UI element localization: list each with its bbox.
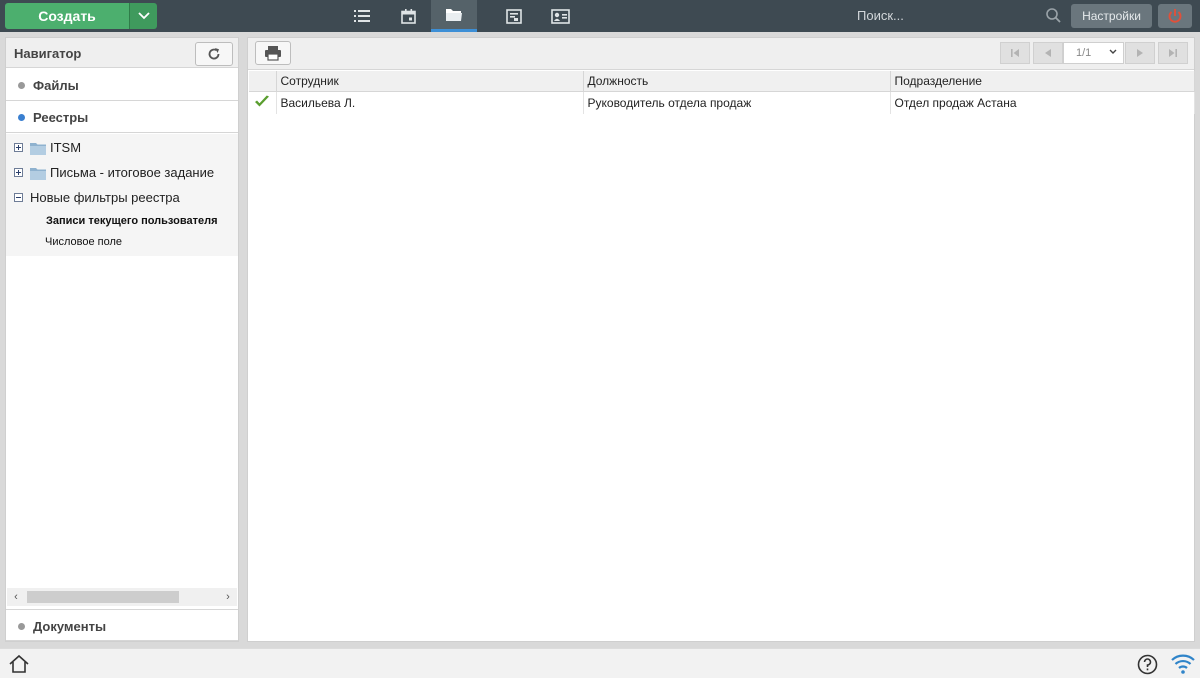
folder-icon [30, 168, 46, 180]
column-header-employee[interactable]: Сотрудник [276, 71, 584, 92]
panel-splitter[interactable] [239, 37, 247, 642]
tree-node-label: Письма - итоговое задание [50, 165, 215, 180]
scrollbar-thumb[interactable] [27, 591, 179, 603]
cell-position: Руководитель отдела продаж [583, 91, 891, 114]
cell-department: Отдел продаж Астана [890, 91, 1195, 114]
previous-page-button[interactable] [1033, 42, 1063, 64]
nav-registries-button[interactable] [431, 0, 477, 32]
navigator-panel: Навигатор Файлы Реестры ITSM Письма - ит… [5, 37, 239, 642]
next-page-icon [1137, 49, 1143, 57]
grid-header-row: Сотрудник Должность Подразделение [249, 71, 1195, 92]
last-page-icon [1169, 49, 1177, 57]
checkmark-icon [255, 95, 269, 107]
last-page-button[interactable] [1158, 42, 1188, 64]
tree-leaf-current-user-records[interactable]: Записи текущего пользователя [6, 211, 238, 233]
column-header-marker [249, 71, 277, 92]
status-bar [0, 648, 1200, 678]
bullet-icon [18, 623, 25, 630]
home-icon[interactable] [8, 654, 30, 677]
registry-content-panel: 1/1 Сотрудник Должность Подразделение Ва… [247, 37, 1195, 642]
tree-node-label: ITSM [50, 140, 82, 155]
navigator-title: Навигатор [14, 46, 82, 61]
row-status-cell [249, 91, 277, 114]
chevron-down-icon [1109, 49, 1117, 54]
tree-node-new-filters[interactable]: Новые фильтры реестра [6, 187, 238, 209]
first-page-button[interactable] [1000, 42, 1030, 64]
section-registries[interactable]: Реестры [6, 101, 238, 133]
bullet-icon [18, 82, 25, 89]
tree-node-letters[interactable]: Письма - итоговое задание [6, 162, 238, 184]
nav-list-button[interactable] [339, 0, 385, 32]
nav-contacts-button[interactable] [537, 0, 583, 32]
refresh-icon [208, 48, 220, 60]
page-indicator: 1/1 [1076, 47, 1092, 59]
help-icon[interactable] [1137, 654, 1158, 678]
tree-leaf-label: Записи текущего пользователя [46, 215, 218, 227]
top-bar: Создать Поиск... Настройки [0, 0, 1200, 32]
section-registries-label: Реестры [33, 110, 89, 125]
registry-grid: Сотрудник Должность Подразделение Василь… [249, 71, 1195, 114]
contact-card-icon [550, 8, 570, 24]
column-header-department[interactable]: Подразделение [890, 71, 1195, 92]
scroll-left-icon[interactable]: ‹ [11, 591, 21, 603]
section-files[interactable]: Файлы [6, 69, 238, 101]
search-icon[interactable] [1045, 7, 1062, 27]
logout-button[interactable] [1158, 4, 1192, 28]
document-icon [506, 8, 522, 24]
create-button[interactable]: Создать [5, 3, 129, 29]
tree-leaf-numeric-field[interactable]: Числовое поле [6, 232, 238, 254]
section-documents[interactable]: Документы [6, 609, 238, 641]
tree-leaf-label: Числовое поле [45, 236, 123, 248]
section-documents-label: Документы [33, 619, 107, 634]
tree-node-label: Новые фильтры реестра [30, 190, 180, 205]
print-button[interactable] [255, 41, 291, 65]
tree-node-itsm[interactable]: ITSM [6, 137, 238, 159]
create-dropdown-button[interactable] [129, 3, 157, 29]
chevron-down-icon [137, 12, 150, 20]
next-page-button[interactable] [1125, 42, 1155, 64]
column-header-position[interactable]: Должность [583, 71, 891, 92]
first-page-icon [1011, 49, 1019, 57]
section-files-label: Файлы [33, 78, 79, 93]
search-input[interactable]: Поиск... [857, 8, 904, 23]
collapse-minus-icon[interactable] [14, 193, 23, 202]
registry-tree: ITSM Письма - итоговое задание Новые фил… [6, 134, 238, 256]
expand-plus-icon[interactable] [14, 168, 23, 177]
list-icon [354, 10, 370, 22]
nav-calendar-button[interactable] [385, 0, 431, 32]
folder-open-icon [446, 9, 462, 21]
connection-icon [1171, 653, 1195, 678]
settings-button[interactable]: Настройки [1071, 4, 1152, 28]
nav-documents-button[interactable] [491, 0, 537, 32]
printer-icon [265, 46, 281, 61]
calendar-icon [400, 8, 416, 24]
page-select[interactable]: 1/1 [1063, 42, 1124, 64]
folder-icon [30, 143, 46, 155]
table-row[interactable]: Васильева Л. Руководитель отдела продаж … [249, 91, 1195, 114]
cell-employee: Васильева Л. [276, 91, 584, 114]
refresh-button[interactable] [195, 42, 233, 66]
previous-page-icon [1045, 49, 1051, 57]
navigator-header: Навигатор [6, 38, 238, 68]
grid-toolbar: 1/1 [248, 38, 1194, 70]
tree-horizontal-scrollbar[interactable]: ‹ › [7, 588, 237, 606]
power-icon [1168, 9, 1182, 23]
bullet-icon [18, 114, 25, 121]
scroll-right-icon[interactable]: › [223, 591, 233, 603]
expand-plus-icon[interactable] [14, 143, 23, 152]
